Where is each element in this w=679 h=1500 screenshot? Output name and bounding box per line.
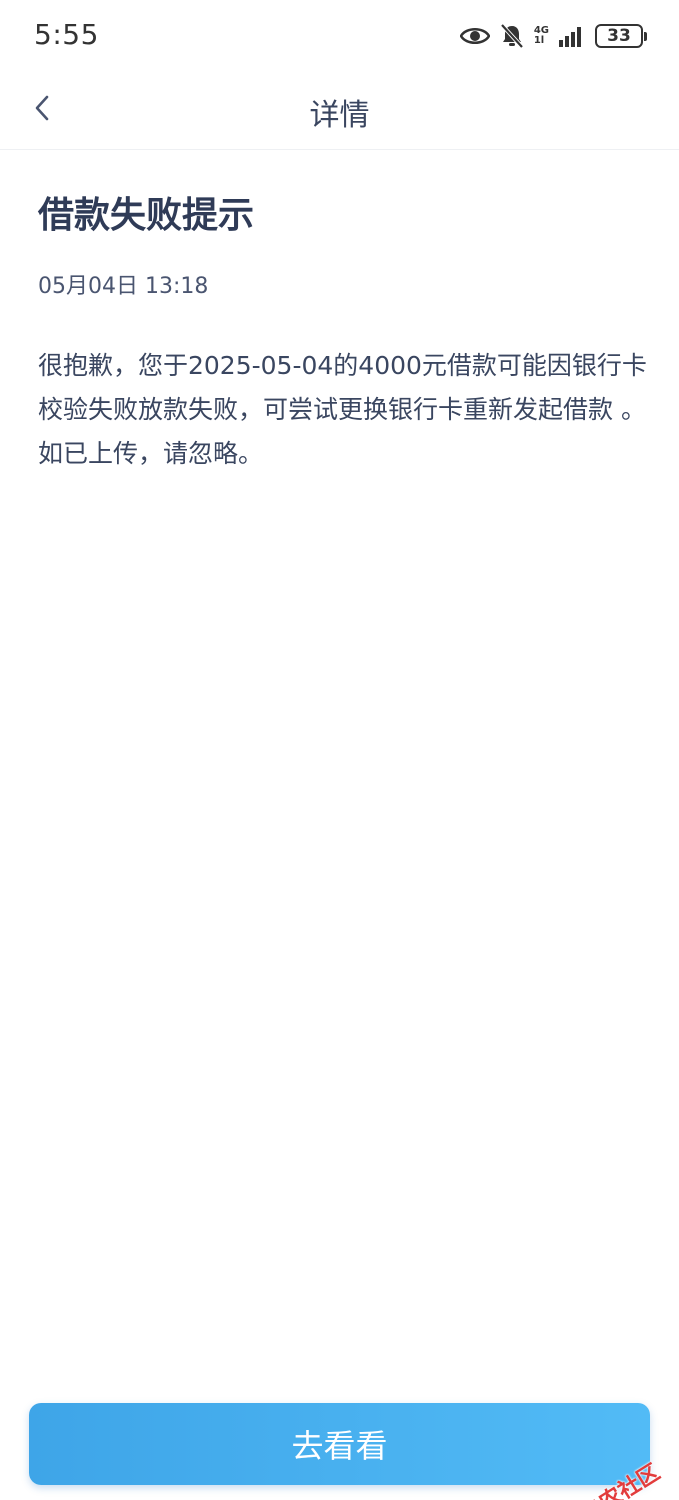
signal-icon xyxy=(559,25,585,47)
status-icons: 4G 1l 33 xyxy=(459,22,647,50)
nav-bar: 详情 xyxy=(0,72,679,150)
go-view-button[interactable]: 去看看 xyxy=(29,1403,650,1485)
message-timestamp: 05月04日 13:18 xyxy=(38,274,209,299)
status-time: 5:55 xyxy=(34,18,99,51)
status-bar: 5:55 4G 1l 33 xyxy=(0,0,679,72)
eye-icon xyxy=(459,25,490,47)
message-detail: 借款失败提示 05月04日 13:18 很抱歉，您于2025-05-04的400… xyxy=(38,150,648,476)
bell-off-icon xyxy=(500,23,524,49)
message-title: 借款失败提示 xyxy=(38,195,255,236)
page-title: 详情 xyxy=(309,98,370,133)
network-type-label: 4G 1l xyxy=(533,25,549,46)
message-body: 很抱歉，您于2025-05-04的4000元借款可能因银行卡校验失败放款失败，可… xyxy=(38,351,647,468)
battery-indicator: 33 xyxy=(595,24,647,48)
